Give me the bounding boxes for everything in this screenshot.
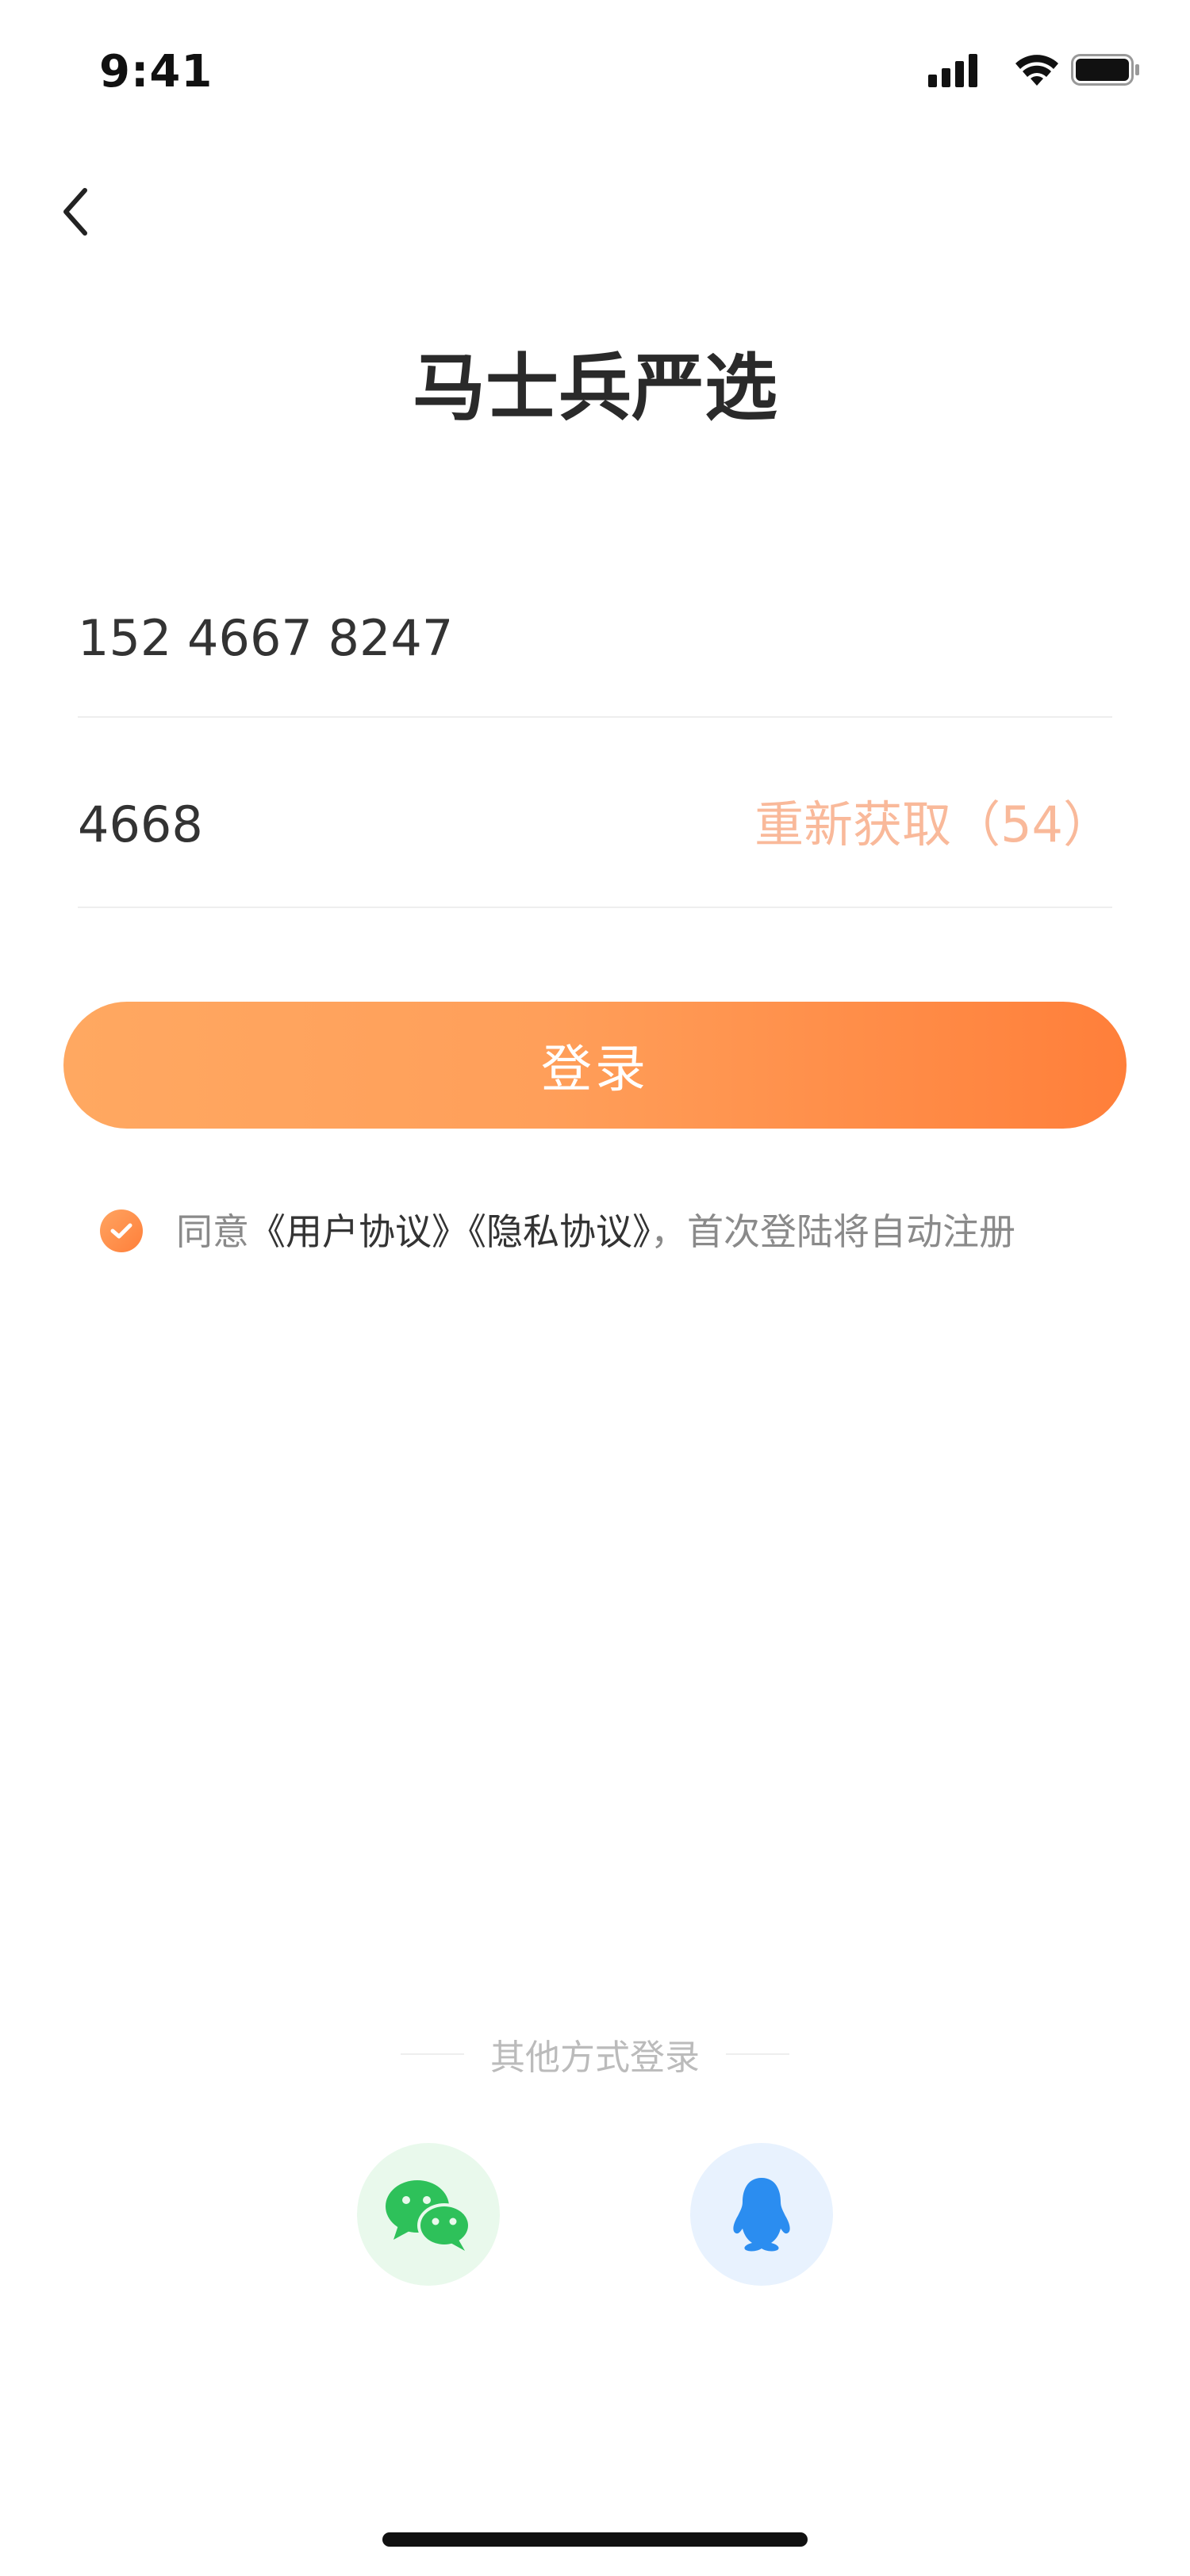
wechat-icon: [386, 2180, 471, 2251]
wechat-login-button[interactable]: [357, 2143, 500, 2286]
divider-line-right: [726, 2053, 789, 2055]
other-login-label: 其他方式登录: [490, 2037, 700, 2078]
chevron-left-icon: [63, 188, 87, 236]
page-title: 马士兵严选: [412, 346, 777, 431]
login-button[interactable]: 登录: [63, 1002, 1127, 1129]
agreement-checkbox[interactable]: [100, 1209, 143, 1252]
agreement-suffix: ，首次登陆将自动注册: [651, 1210, 1015, 1253]
status-time: 9:41: [99, 46, 213, 98]
agreement-text: 同意《用户协议》《隐私协议》，首次登陆将自动注册: [176, 1204, 1015, 1259]
login-button-label: 登录: [541, 1041, 649, 1099]
home-indicator: [382, 2532, 808, 2547]
checkmark-icon: [110, 1223, 132, 1239]
verification-code-input[interactable]: 4668: [78, 793, 203, 857]
phone-divider: [78, 716, 1112, 718]
code-divider: [78, 907, 1112, 908]
status-icons: [928, 48, 1142, 95]
phone-input[interactable]: 152 4667 8247: [78, 607, 1112, 670]
privacy-agreement-link[interactable]: 《隐私协议》: [468, 1210, 651, 1253]
user-agreement-link[interactable]: 《用户协议》: [249, 1210, 468, 1253]
battery-icon: [1071, 54, 1139, 86]
qq-penguin-icon: [733, 2178, 790, 2252]
cellular-signal-icon: [928, 54, 977, 87]
agreement-prefix: 同意: [176, 1210, 249, 1253]
wifi-icon: [1015, 55, 1058, 86]
qq-login-button[interactable]: [690, 2143, 833, 2286]
back-button[interactable]: [48, 176, 103, 247]
resend-code-button[interactable]: 重新获取（54）: [754, 793, 1112, 857]
